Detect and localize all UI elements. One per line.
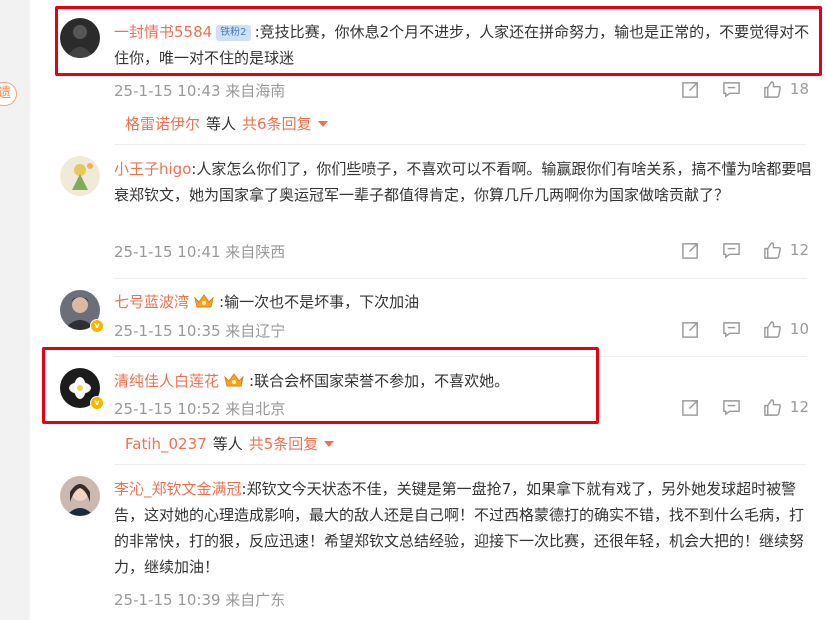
thumbs-up-icon <box>764 398 781 416</box>
like-button[interactable]: 12 <box>763 241 809 260</box>
sidebar-badge[interactable]: 遗 <box>0 82 17 106</box>
avatar[interactable] <box>60 476 100 516</box>
chevron-down-icon <box>317 120 328 127</box>
like-button[interactable]: 10 <box>763 320 809 339</box>
comment-button[interactable] <box>722 80 741 99</box>
chevron-down-icon <box>324 440 335 447</box>
comment-icon <box>723 399 740 416</box>
thumbs-up-icon <box>764 80 781 98</box>
username-link[interactable]: 小王子higo <box>114 160 191 178</box>
share-icon <box>682 399 698 416</box>
like-button[interactable]: 18 <box>763 80 809 99</box>
reply-count[interactable]: 共5条回复 <box>249 433 319 454</box>
comment-button[interactable] <box>722 320 741 339</box>
share-button[interactable] <box>681 241 700 260</box>
comment-time: 25-1-15 10:39 来自广东 <box>114 591 286 609</box>
thumbs-up-icon <box>764 241 781 259</box>
verified-badge-icon: v <box>90 319 104 333</box>
comment-button[interactable] <box>722 398 741 417</box>
thumbs-up-icon <box>764 320 781 338</box>
crown-icon <box>194 294 214 308</box>
comment-time: 25-1-15 10:43 来自海南 <box>114 82 286 100</box>
share-icon <box>682 242 698 259</box>
comment-list: 一封情书5584 铁粉2:竞技比赛，你休息2个月不进步，人家还在拼命努力，输也是正… <box>30 0 825 620</box>
username-link[interactable]: 七号蓝波湾 <box>114 293 189 311</box>
share-button[interactable] <box>681 320 700 339</box>
comment-time: 25-1-15 10:41 来自陕西 <box>114 243 286 261</box>
comment-actions: 12 <box>659 240 809 260</box>
like-button[interactable]: 12 <box>763 398 809 417</box>
username-link[interactable]: 李沁_郑钦文金满冠 <box>114 480 242 498</box>
reply-etc: 等人 <box>212 435 243 453</box>
left-sidebar: 遗 <box>0 0 30 620</box>
highlight-box <box>42 347 599 424</box>
divider <box>114 278 807 279</box>
comment-icon <box>723 321 740 338</box>
comment-time: 25-1-15 10:35 来自辽宁 <box>114 322 286 340</box>
share-button[interactable] <box>681 80 700 99</box>
like-count: 18 <box>789 80 809 98</box>
comment-text: :输一次也不是坏事，下次加油 <box>219 293 420 311</box>
reply-count[interactable]: 共6条回复 <box>242 113 312 134</box>
comment-actions: 10 <box>659 319 809 339</box>
avatar[interactable] <box>60 156 100 196</box>
highlight-box <box>55 6 822 76</box>
comment-actions: 18 <box>659 79 809 99</box>
comment-icon <box>723 81 740 98</box>
like-count: 12 <box>789 241 809 259</box>
reply-thread[interactable]: 格雷诺伊尔 等人 共6条回复 <box>125 113 328 134</box>
comment-content: 小王子higo:人家怎么你们了，你们些喷子，不喜欢可以不看啊。输赢跟你们有啥关系… <box>114 156 814 208</box>
weibo-comment-screen: 遗 一封情书5584 铁粉2:竞技比赛，你休息2个月不进步，人家还在拼命努力，输也… <box>0 0 825 620</box>
divider <box>114 144 807 145</box>
like-count: 12 <box>789 398 809 416</box>
share-icon <box>682 321 698 338</box>
reply-etc: 等人 <box>206 115 237 133</box>
share-icon <box>682 81 698 98</box>
divider <box>114 464 807 465</box>
reply-thread[interactable]: Fatih_0237 等人 共5条回复 <box>125 433 335 454</box>
comment-content: 李沁_郑钦文金满冠:郑钦文今天状态不佳，关键是第一盘抢7，如果拿下就有戏了，另外… <box>114 476 814 580</box>
share-button[interactable] <box>681 398 700 417</box>
comment-icon <box>723 242 740 259</box>
comment-button[interactable] <box>722 241 741 260</box>
reply-user[interactable]: 格雷诺伊尔 <box>125 113 200 134</box>
comment-content: 七号蓝波湾 :输一次也不是坏事，下次加油 <box>114 289 814 315</box>
like-count: 10 <box>789 320 809 338</box>
comment-text: :人家怎么你们了，你们些喷子，不喜欢可以不看啊。输赢跟你们有啥关系，搞不懂为啥都… <box>114 160 812 204</box>
reply-user[interactable]: Fatih_0237 <box>125 435 207 453</box>
comment-actions: 12 <box>659 397 809 417</box>
